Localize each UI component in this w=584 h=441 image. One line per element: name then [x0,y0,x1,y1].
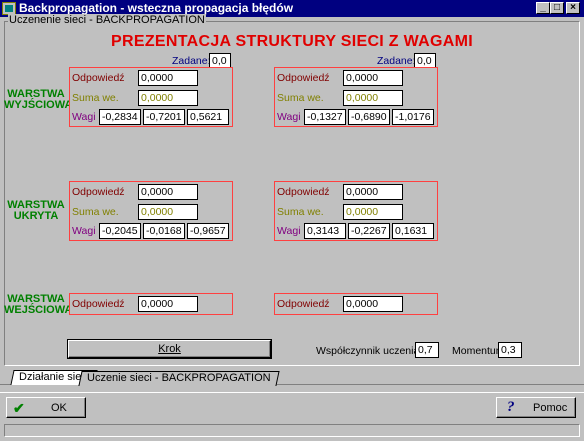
question-mark-icon: ? [507,399,515,415]
odpowiedz-field[interactable]: 0,0000 [343,184,403,200]
weight-field[interactable]: -0,6890 [348,109,390,125]
close-button[interactable]: × [566,2,580,14]
wagi-label: Wagi [277,111,301,123]
odpowiedz-field[interactable]: 0,0000 [343,70,403,86]
neuron-box-output-1: Odpowiedź 0,0000 Suma we. 0,0000 Wagi -0… [69,67,233,127]
weight-field[interactable]: 0,3143 [304,223,346,239]
weight-field[interactable]: -0,2267 [348,223,390,239]
neuron-box-hidden-1: Odpowiedź 0,0000 Suma we. 0,0000 Wagi -0… [69,181,233,241]
odpowiedz-field[interactable]: 0,0000 [343,296,403,312]
layer-label-input: WARSTWA WEJŚCIOWA [4,293,73,316]
odpowiedz-field[interactable]: 0,0000 [138,296,198,312]
weight-field[interactable]: -0,2834 [99,109,141,125]
weight-field[interactable]: -1,0176 [392,109,434,125]
odpowiedz-label: Odpowiedź [72,186,125,198]
odpowiedz-field[interactable]: 0,0000 [138,184,198,200]
odpowiedz-field[interactable]: 0,0000 [138,70,198,86]
suma-label: Suma we. [72,92,119,104]
krok-button[interactable]: Krok [67,339,272,359]
minimize-button[interactable]: _ [536,2,550,14]
weight-field[interactable]: 0,5621 [187,109,229,125]
odpowiedz-label: Odpowiedź [277,72,330,84]
weight-field[interactable]: -0,7201 [143,109,185,125]
tab-uczenie-sieci[interactable]: Uczenie sieci - BACKPROPAGATION [78,371,280,386]
weight-field[interactable]: -0,2045 [99,223,141,239]
neuron-box-input-2: Odpowiedź 0,0000 [274,293,438,315]
weight-field[interactable]: -0,9657 [187,223,229,239]
neuron-box-output-2: Odpowiedź 0,0000 Suma we. 0,0000 Wagi -0… [274,67,438,127]
odpowiedz-label: Odpowiedź [277,298,330,310]
suma-field[interactable]: 0,0000 [343,90,403,106]
suma-label: Suma we. [277,206,324,218]
weight-field[interactable]: -0,1327 [304,109,346,125]
group-label: Uczenenie sieci - BACKPROPAGATION [8,14,206,27]
learning-rate-label: Współczynnik uczenia: [316,345,423,357]
layer-label-output: WARSTWA WYJŚCIOWA [4,88,73,111]
suma-field[interactable]: 0,0000 [343,204,403,220]
wagi-label: Wagi [277,225,301,237]
wagi-label: Wagi [72,111,96,123]
weight-field[interactable]: 0,1631 [392,223,434,239]
zadane-label-1: Zadane: [172,55,211,67]
layer-label-hidden: WARSTWA UKRYTA [7,199,65,222]
checkmark-icon: ✔ [13,400,25,416]
ok-button[interactable]: ✔ OK [6,397,86,418]
weight-field[interactable]: -0,0168 [143,223,185,239]
suma-label: Suma we. [72,206,119,218]
neuron-box-hidden-2: Odpowiedź 0,0000 Suma we. 0,0000 Wagi 0,… [274,181,438,241]
suma-field[interactable]: 0,0000 [138,90,198,106]
maximize-button[interactable]: □ [550,2,564,14]
help-button[interactable]: ? Pomoc [496,397,576,418]
suma-label: Suma we. [277,92,324,104]
suma-field[interactable]: 0,0000 [138,204,198,220]
odpowiedz-label: Odpowiedź [277,186,330,198]
footer-separator [0,392,584,393]
wagi-label: Wagi [72,225,96,237]
ok-label: OK [51,402,67,414]
page-heading: PREZENTACJA STRUKTURY SIECI Z WAGAMI [111,33,473,50]
odpowiedz-label: Odpowiedź [72,298,125,310]
neuron-box-input-1: Odpowiedź 0,0000 [69,293,233,315]
odpowiedz-label: Odpowiedź [72,72,125,84]
zadane-label-2: Zadane: [377,55,416,67]
status-bar [4,424,580,437]
help-label: Pomoc [533,402,568,414]
krok-label: Krok [158,343,181,355]
learning-rate-field[interactable]: 0,7 [415,342,439,358]
momentum-field[interactable]: 0,3 [498,342,522,358]
